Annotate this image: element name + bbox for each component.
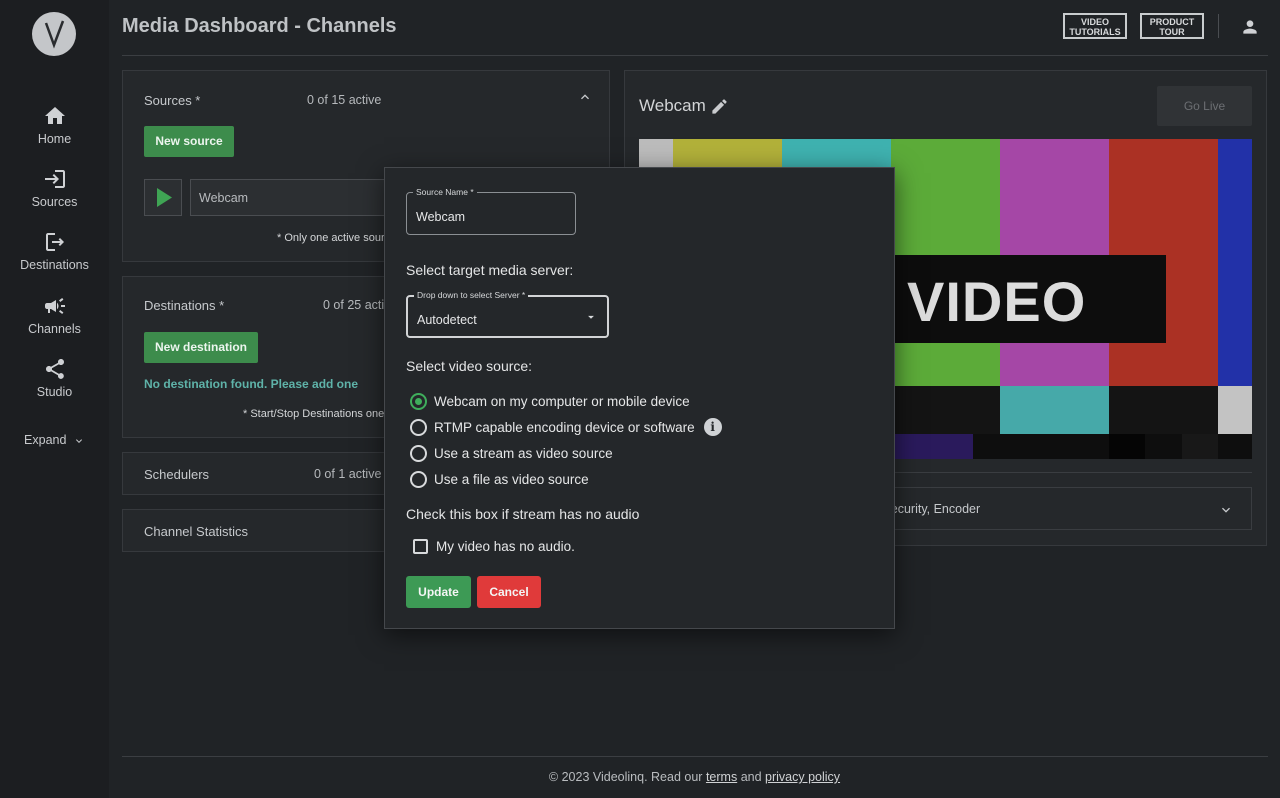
- source-name-label: Source Name *: [413, 187, 477, 197]
- play-button[interactable]: [144, 179, 182, 216]
- campaign-icon: [44, 298, 65, 314]
- edit-icon[interactable]: [710, 97, 729, 116]
- radio-rtmp[interactable]: RTMP capable encoding device or software…: [410, 417, 722, 437]
- footer-text: © 2023 Videolinq. Read our: [548, 770, 703, 784]
- channel-title: Webcam: [639, 96, 706, 115]
- chevron-down-icon: [1222, 507, 1230, 513]
- footer-divider: [122, 756, 1268, 757]
- chevron-down-icon: [75, 439, 82, 443]
- go-live-button[interactable]: Go Live: [1157, 86, 1252, 126]
- video-source-heading: Select video source:: [406, 358, 533, 374]
- chevron-up-icon[interactable]: [577, 89, 593, 105]
- video-overlay-text: VIDEO: [907, 270, 1087, 333]
- update-button[interactable]: Update: [406, 576, 471, 608]
- no-audio-label: My video has no audio.: [436, 538, 575, 554]
- button-label-line: TUTORIALS: [1069, 27, 1121, 37]
- server-select-value: Autodetect: [417, 313, 477, 327]
- radio-label: RTMP capable encoding device or software: [434, 419, 695, 435]
- radio-indicator: [410, 444, 427, 462]
- sidebar-item-label: Studio: [36, 385, 73, 399]
- sidebar-item-destinations[interactable]: Destinations: [0, 230, 109, 272]
- source-name-field[interactable]: Source Name * Webcam: [406, 187, 576, 235]
- sidebar-item-home[interactable]: Home: [0, 104, 109, 146]
- radio-indicator: [410, 418, 427, 436]
- no-destination-message: No destination found. Please add one: [144, 377, 359, 391]
- button-label-line: PRODUCT: [1149, 17, 1195, 27]
- sidebar-item-studio[interactable]: Studio: [0, 357, 109, 399]
- product-tour-button[interactable]: PRODUCT TOUR: [1140, 13, 1204, 39]
- sidebar-item-label: Channels: [28, 322, 81, 336]
- logo[interactable]: [32, 12, 76, 56]
- radio-webcam[interactable]: Webcam on my computer or mobile device: [410, 391, 690, 411]
- terms-link[interactable]: terms: [706, 770, 737, 784]
- play-icon: [157, 188, 172, 207]
- destinations-note: * Start/Stop Destinations one: [243, 408, 385, 420]
- radio-selected-indicator: [410, 392, 427, 410]
- sidebar-item-label: Home: [37, 132, 72, 146]
- sources-title: Sources *: [144, 93, 201, 108]
- source-row[interactable]: Webcam: [190, 179, 390, 216]
- button-label-line: VIDEO: [1080, 17, 1109, 27]
- server-select-label: Drop down to select Server *: [414, 290, 529, 300]
- edit-source-dialog: Source Name * Webcam Select target media…: [384, 167, 895, 629]
- logout-icon: [45, 233, 64, 251]
- radio-stream[interactable]: Use a stream as video source: [410, 443, 613, 463]
- button-label-line: TOUR: [1159, 27, 1185, 37]
- new-destination-button[interactable]: New destination: [144, 332, 258, 363]
- destinations-title: Destinations *: [144, 298, 225, 313]
- expand-label: Expand: [24, 433, 67, 447]
- footer: © 2023 Videolinq. Read our terms and pri…: [0, 770, 1280, 784]
- header-divider: [1218, 14, 1219, 38]
- sidebar-item-sources[interactable]: Sources: [0, 167, 109, 209]
- privacy-policy-link[interactable]: privacy policy: [765, 770, 840, 784]
- share-icon: [45, 359, 64, 379]
- video-overlay-box: VIDEO: [891, 255, 1166, 343]
- cancel-button[interactable]: Cancel: [477, 576, 541, 608]
- no-audio-checkbox[interactable]: My video has no audio.: [413, 536, 575, 556]
- sidebar-item-label: Sources: [31, 195, 78, 209]
- server-select[interactable]: Drop down to select Server * Autodetect: [406, 290, 609, 338]
- header-divider-line: [122, 55, 1268, 56]
- audio-heading: Check this box if stream has no audio: [406, 506, 640, 522]
- source-name-value: Webcam: [416, 210, 466, 224]
- dropdown-arrow-icon: [588, 315, 594, 319]
- footer-and: and: [740, 770, 762, 784]
- checkbox-box: [413, 538, 428, 554]
- statistics-title: Channel Statistics: [144, 524, 249, 539]
- radio-file[interactable]: Use a file as video source: [410, 469, 589, 489]
- account-icon[interactable]: [1240, 17, 1260, 37]
- home-icon: [44, 107, 65, 124]
- schedulers-count: 0 of 1 active: [314, 467, 382, 481]
- sources-count: 0 of 15 active: [307, 93, 382, 107]
- sidebar: Home Sources Destinations Channels Studi…: [0, 0, 109, 798]
- new-source-button[interactable]: New source: [144, 126, 234, 157]
- radio-indicator: [410, 470, 427, 488]
- page-title: Media Dashboard - Channels: [122, 15, 397, 37]
- radio-label: Use a stream as video source: [434, 445, 613, 461]
- sources-note: * Only one active source: [277, 232, 397, 244]
- login-icon: [44, 170, 65, 188]
- sidebar-item-channels[interactable]: Channels: [0, 294, 109, 336]
- logo-icon: [44, 20, 65, 49]
- radio-label: Webcam on my computer or mobile device: [434, 393, 690, 409]
- schedulers-title: Schedulers: [144, 467, 210, 482]
- source-row-name: Webcam: [199, 191, 249, 205]
- radio-label: Use a file as video source: [434, 471, 589, 487]
- server-heading: Select target media server:: [406, 262, 574, 278]
- info-icon[interactable]: i: [703, 418, 722, 436]
- video-tutorials-button[interactable]: VIDEO TUTORIALS: [1063, 13, 1127, 39]
- sidebar-item-label: Destinations: [20, 258, 89, 272]
- expand-button[interactable]: Expand: [0, 433, 109, 447]
